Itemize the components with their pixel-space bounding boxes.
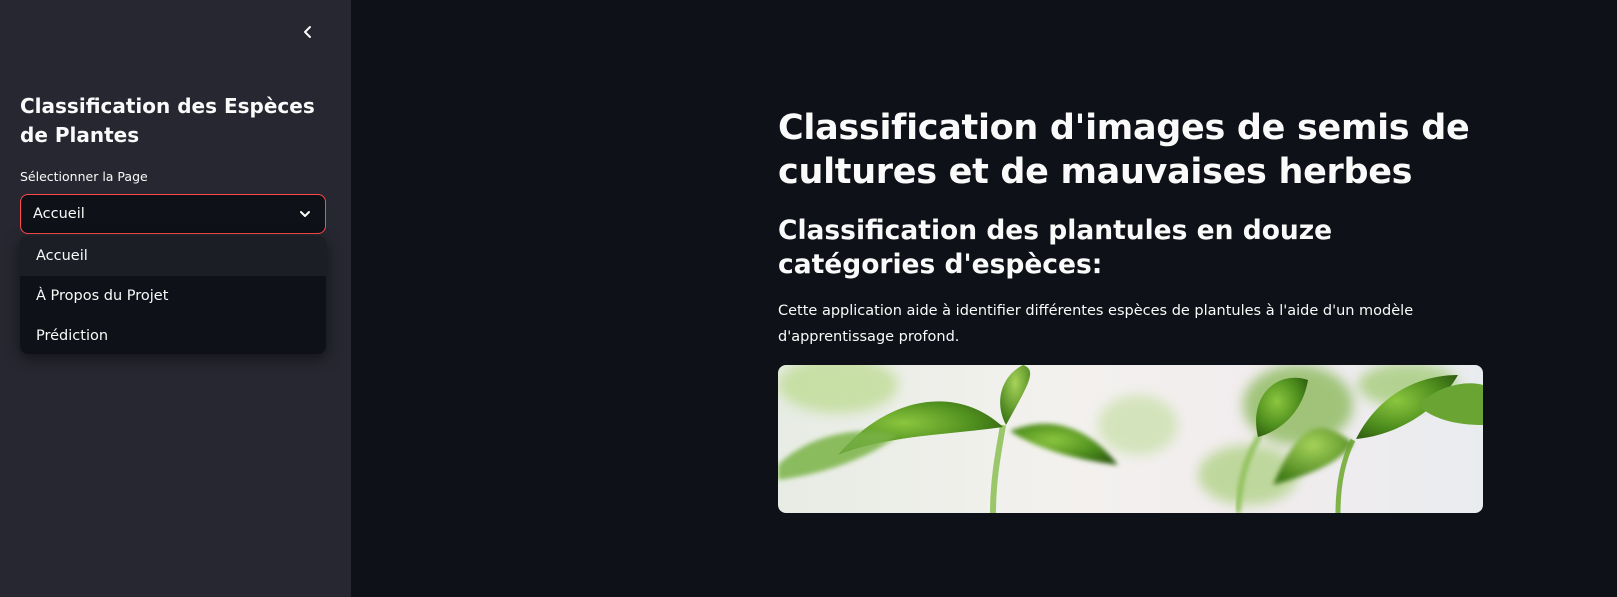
page-select-label: Sélectionner la Page <box>20 169 148 184</box>
page-description: Cette application aide à identifier diff… <box>778 303 1414 345</box>
option-a-propos[interactable]: À Propos du Projet <box>20 276 326 316</box>
sidebar: Classification des Espèces de Plantes Sé… <box>0 0 351 597</box>
main-content: Classification d'images de semis de cult… <box>351 0 1617 597</box>
page-title: Classification d'images de semis de cult… <box>778 108 1470 192</box>
page-select-value: Accueil <box>33 206 85 222</box>
collapse-sidebar-button[interactable] <box>296 20 320 44</box>
page-subtitle: Classification des plantules en douze ca… <box>778 215 1333 280</box>
page-select-dropdown: Accueil À Propos du Projet Prédiction <box>20 236 326 354</box>
page-select[interactable]: Accueil <box>20 194 326 234</box>
option-prediction[interactable]: Prédiction <box>20 316 326 354</box>
chevron-down-icon <box>297 206 313 222</box>
seedlings-image <box>778 365 1483 513</box>
app-root: Classification des Espèces de Plantes Sé… <box>0 0 1617 597</box>
option-accueil[interactable]: Accueil <box>20 236 326 276</box>
sidebar-title: Classification des Espèces de Plantes <box>20 94 315 147</box>
chevron-left-icon <box>304 26 311 38</box>
